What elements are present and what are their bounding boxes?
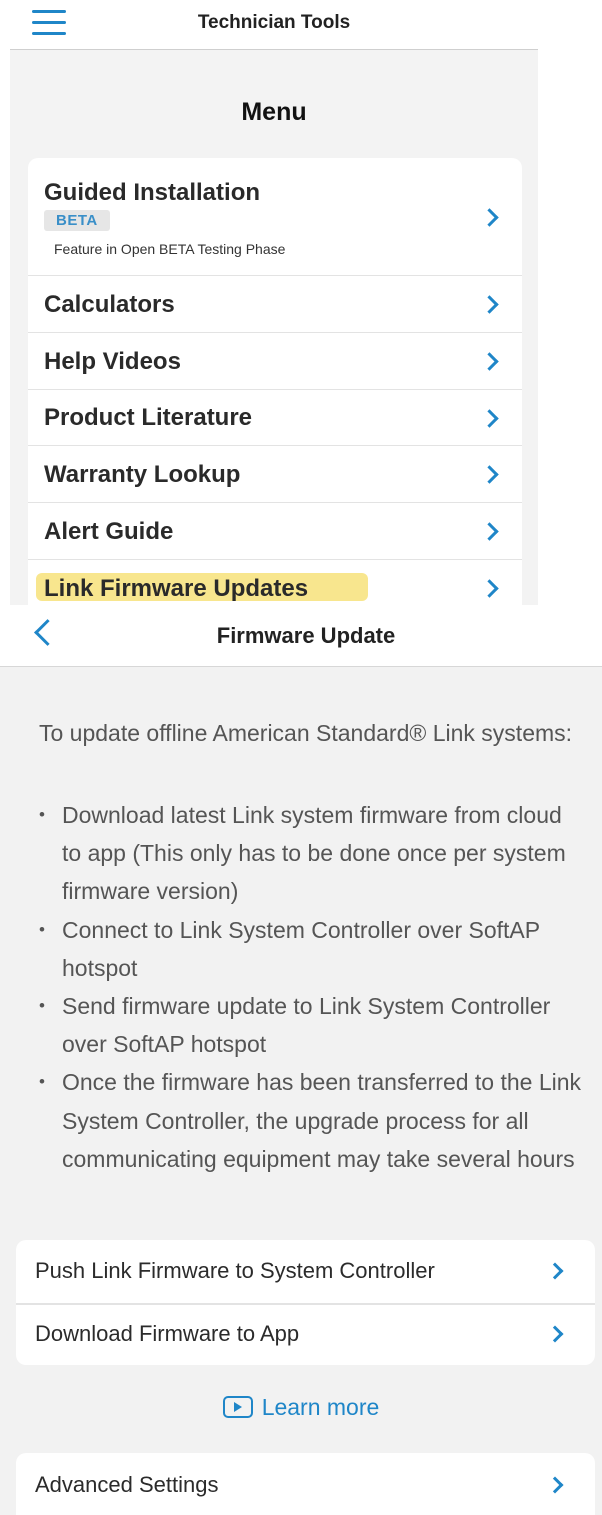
intro-text: To update offline American Standard® Lin… (39, 720, 573, 746)
list-item: Connect to Link System Controller over S… (39, 911, 584, 987)
menu-item-label: Calculators (44, 291, 175, 318)
chevron-right-icon (480, 208, 499, 227)
menu-item-warranty-lookup[interactable]: Warranty Lookup (28, 446, 522, 503)
menu-heading: Menu (241, 98, 307, 126)
chevron-right-icon (546, 1476, 564, 1494)
chevron-right-icon (480, 409, 499, 428)
action-label: Push Link Firmware to System Controller (35, 1258, 435, 1283)
chevron-right-icon (480, 352, 499, 371)
chevron-right-icon (546, 1262, 564, 1280)
menu-item-guided-installation[interactable]: Guided Installation BETA Feature in Open… (28, 158, 522, 276)
advanced-settings-card: Advanced Settings (16, 1453, 595, 1515)
menu-item-alert-guide[interactable]: Alert Guide (28, 503, 522, 560)
menu-item-label: Product Literature (44, 404, 253, 431)
menu-item-product-literature[interactable]: Product Literature (28, 390, 522, 446)
top-header: Firmware Update (0, 605, 602, 667)
menu-item-help-videos[interactable]: Help Videos (28, 333, 522, 390)
firmware-actions-card: Push Link Firmware to System Controller … (16, 1240, 595, 1365)
chevron-right-icon (480, 295, 499, 314)
advanced-settings-button[interactable]: Advanced Settings (16, 1453, 595, 1515)
menu-item-label: Alert Guide (44, 518, 174, 545)
menu-item-link-firmware-updates[interactable]: Link Firmware Updates (28, 560, 522, 605)
menu-item-calculators[interactable]: Calculators (28, 276, 522, 333)
page-title: Firmware Update (216, 623, 396, 648)
chevron-right-icon (480, 579, 499, 598)
chevron-right-icon (480, 465, 499, 484)
menu-item-label: Guided Installation (44, 179, 261, 206)
menu-list: Guided Installation BETA Feature in Open… (28, 158, 522, 605)
list-item: Download latest Link system firmware fro… (39, 796, 584, 911)
advanced-settings-label: Advanced Settings (35, 1472, 219, 1497)
list-item: Once the firmware has been transferred t… (39, 1063, 584, 1178)
beta-badge: BETA (44, 210, 110, 231)
page-title: Technician Tools (197, 12, 351, 33)
beta-note: Feature in Open BETA Testing Phase (54, 241, 286, 257)
chevron-right-icon (546, 1325, 564, 1343)
chevron-right-icon (480, 522, 499, 541)
action-label: Download Firmware to App (35, 1321, 300, 1346)
menu-item-label: Link Firmware Updates (44, 575, 309, 602)
instruction-list: Download latest Link system firmware fro… (39, 796, 584, 1178)
learn-more-link[interactable]: Learn more (0, 1394, 602, 1421)
push-firmware-button[interactable]: Push Link Firmware to System Controller (16, 1240, 595, 1303)
list-item: Send firmware update to Link System Cont… (39, 987, 584, 1063)
learn-more-label: Learn more (261, 1394, 380, 1420)
menu-item-label: Warranty Lookup (44, 461, 241, 488)
menu-item-label: Help Videos (44, 348, 181, 375)
firmware-update-screen: Firmware Update To update offline Americ… (0, 605, 602, 1515)
technician-tools-screen: Technician Tools Menu Guided Installatio… (10, 0, 538, 605)
top-header: Technician Tools (10, 0, 538, 50)
download-firmware-button[interactable]: Download Firmware to App (16, 1303, 595, 1366)
play-video-icon (222, 1396, 253, 1418)
